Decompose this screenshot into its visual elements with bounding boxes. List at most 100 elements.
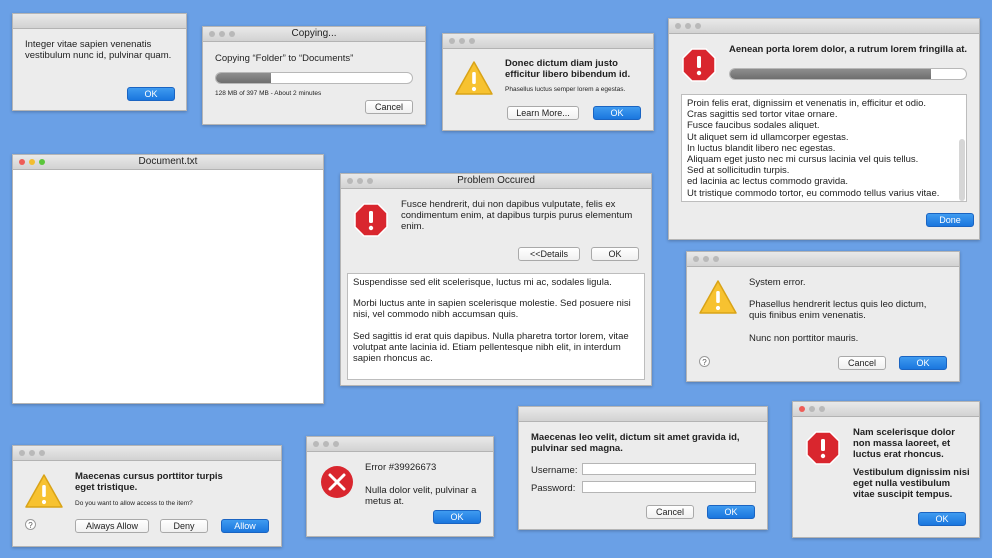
log-window: Aenean porta lorem dolor, a rutrum lorem…: [668, 18, 980, 240]
close-icon[interactable]: [313, 441, 319, 447]
ok-button[interactable]: OK: [127, 87, 175, 101]
learn-more-button[interactable]: Learn More...: [507, 106, 579, 120]
error-code-window: Error #39926673 Nulla dolor velit, pulvi…: [306, 436, 494, 537]
scrollbar[interactable]: [959, 139, 965, 201]
zoom-icon[interactable]: [229, 31, 235, 37]
zoom-icon[interactable]: [333, 441, 339, 447]
title-bar[interactable]: [793, 402, 979, 417]
minimize-icon[interactable]: [459, 38, 465, 44]
log-line: Sed at sollicitudin turpis.: [687, 165, 790, 177]
progress-fill: [216, 73, 271, 83]
task-progress-bar: [729, 68, 967, 80]
cancel-button[interactable]: Cancel: [646, 505, 694, 519]
zoom-icon[interactable]: [39, 450, 45, 456]
details-text-area[interactable]: Suspendisse sed elit scelerisque, luctus…: [347, 273, 645, 380]
zoom-icon[interactable]: [469, 38, 475, 44]
log-line: Proin felis erat, dignissim et venenatis…: [687, 98, 927, 109]
deny-button[interactable]: Deny: [160, 519, 208, 533]
close-icon[interactable]: [209, 31, 215, 37]
ok-button[interactable]: OK: [707, 505, 755, 519]
close-icon[interactable]: [449, 38, 455, 44]
close-icon[interactable]: [19, 159, 25, 165]
details-paragraph-2: Morbi luctus ante in sapien scelerisque …: [353, 298, 631, 321]
document-body[interactable]: [13, 170, 323, 403]
window-title: Problem Occured: [457, 175, 535, 186]
progress-fill: [730, 69, 931, 79]
minimize-icon[interactable]: [29, 450, 35, 456]
cancel-button[interactable]: Cancel: [365, 100, 413, 114]
password-input[interactable]: [582, 481, 756, 493]
log-text-area[interactable]: Proin felis erat, dignissim et venenatis…: [681, 94, 967, 202]
window-title: Copying...: [291, 28, 337, 39]
log-line: In luctus blandit libero nec egestas.: [687, 142, 836, 154]
done-button[interactable]: Done: [926, 213, 974, 227]
stop-icon: [806, 431, 840, 465]
minimize-icon[interactable]: [685, 23, 691, 29]
login-window: Maecenas leo velit, dictum sit amet grav…: [518, 406, 768, 530]
ok-button[interactable]: OK: [593, 106, 641, 120]
stop-icon: [682, 48, 716, 82]
close-icon[interactable]: [347, 178, 353, 184]
username-input[interactable]: [582, 463, 756, 475]
log-line: Ut aliquet sem id ullamcorper egestas.: [687, 131, 849, 143]
cancel-button[interactable]: Cancel: [838, 356, 886, 370]
minimize-icon[interactable]: [29, 159, 35, 165]
alert-title: Donec dictum diam justo efficitur libero…: [505, 58, 631, 80]
stop-icon: [354, 203, 388, 237]
warning-icon: [455, 61, 493, 95]
title-bar[interactable]: [13, 446, 281, 461]
zoom-icon[interactable]: [39, 159, 45, 165]
minimize-icon[interactable]: [703, 256, 709, 262]
zoom-icon[interactable]: [367, 178, 373, 184]
warning-icon: [699, 280, 737, 314]
minimize-icon[interactable]: [219, 31, 225, 37]
log-line: Fusce faucibus sodales aliquet.: [687, 120, 820, 132]
zoom-icon[interactable]: [713, 256, 719, 262]
close-icon[interactable]: [675, 23, 681, 29]
copy-message: Copying “Folder” to “Documents”: [215, 53, 354, 64]
close-icon[interactable]: [799, 406, 805, 412]
title-bar[interactable]: Problem Occured: [341, 174, 651, 189]
title-bar[interactable]: Document.txt: [13, 155, 323, 170]
allow-button[interactable]: Allow: [221, 519, 269, 533]
copy-progress-bar: [215, 72, 413, 84]
help-icon[interactable]: ?: [25, 519, 36, 530]
details-button[interactable]: <<Details: [518, 247, 580, 261]
alert-message: Nulla dolor velit, pulvinar a metus at.: [365, 485, 477, 507]
title-bar[interactable]: Copying...: [203, 27, 425, 42]
help-icon[interactable]: ?: [699, 356, 710, 367]
title-bar[interactable]: [13, 14, 186, 29]
alert-title: System error.: [749, 277, 806, 288]
document-window: Document.txt: [12, 154, 324, 404]
ok-button[interactable]: OK: [918, 512, 966, 526]
always-allow-button[interactable]: Always Allow: [75, 519, 149, 533]
close-icon[interactable]: [19, 450, 25, 456]
minimize-icon[interactable]: [357, 178, 363, 184]
system-error-window: System error. Phasellus hendrerit lectus…: [686, 251, 960, 382]
login-prompt: Maecenas leo velit, dictum sit amet grav…: [531, 432, 740, 454]
close-icon[interactable]: [693, 256, 699, 262]
ok-button[interactable]: OK: [433, 510, 481, 524]
zoom-icon[interactable]: [695, 23, 701, 29]
log-lines: Proin felis erat, dignissim et venenatis…: [687, 98, 961, 199]
alert-title: Maecenas cursus porttitor turpis eget tr…: [75, 471, 223, 493]
alert-message: Fusce hendrerit, dui non dapibus vulputa…: [401, 199, 633, 232]
minimize-icon[interactable]: [323, 441, 329, 447]
error-x-icon: [321, 466, 353, 498]
window-title: Document.txt: [138, 156, 198, 167]
ok-button[interactable]: OK: [899, 356, 947, 370]
title-bar[interactable]: [669, 19, 979, 34]
zoom-icon[interactable]: [819, 406, 825, 412]
log-line: Cras sagittis sed tortor vitae ornare.: [687, 109, 838, 121]
alert-window-1: Integer vitae sapien venenatis vestibulu…: [12, 13, 187, 111]
stop-alert-window: Nam scelerisque dolor non massa laoreet,…: [792, 401, 980, 538]
alert-message: Phasellus hendrerit lectus quis leo dict…: [749, 299, 927, 321]
title-bar[interactable]: [519, 407, 767, 422]
title-bar[interactable]: [307, 437, 493, 452]
password-label: Password:: [531, 483, 576, 494]
title-bar[interactable]: [687, 252, 959, 267]
ok-button[interactable]: OK: [591, 247, 639, 261]
title-bar[interactable]: [443, 34, 653, 49]
error-code: Error #39926673: [365, 462, 437, 473]
minimize-icon[interactable]: [809, 406, 815, 412]
